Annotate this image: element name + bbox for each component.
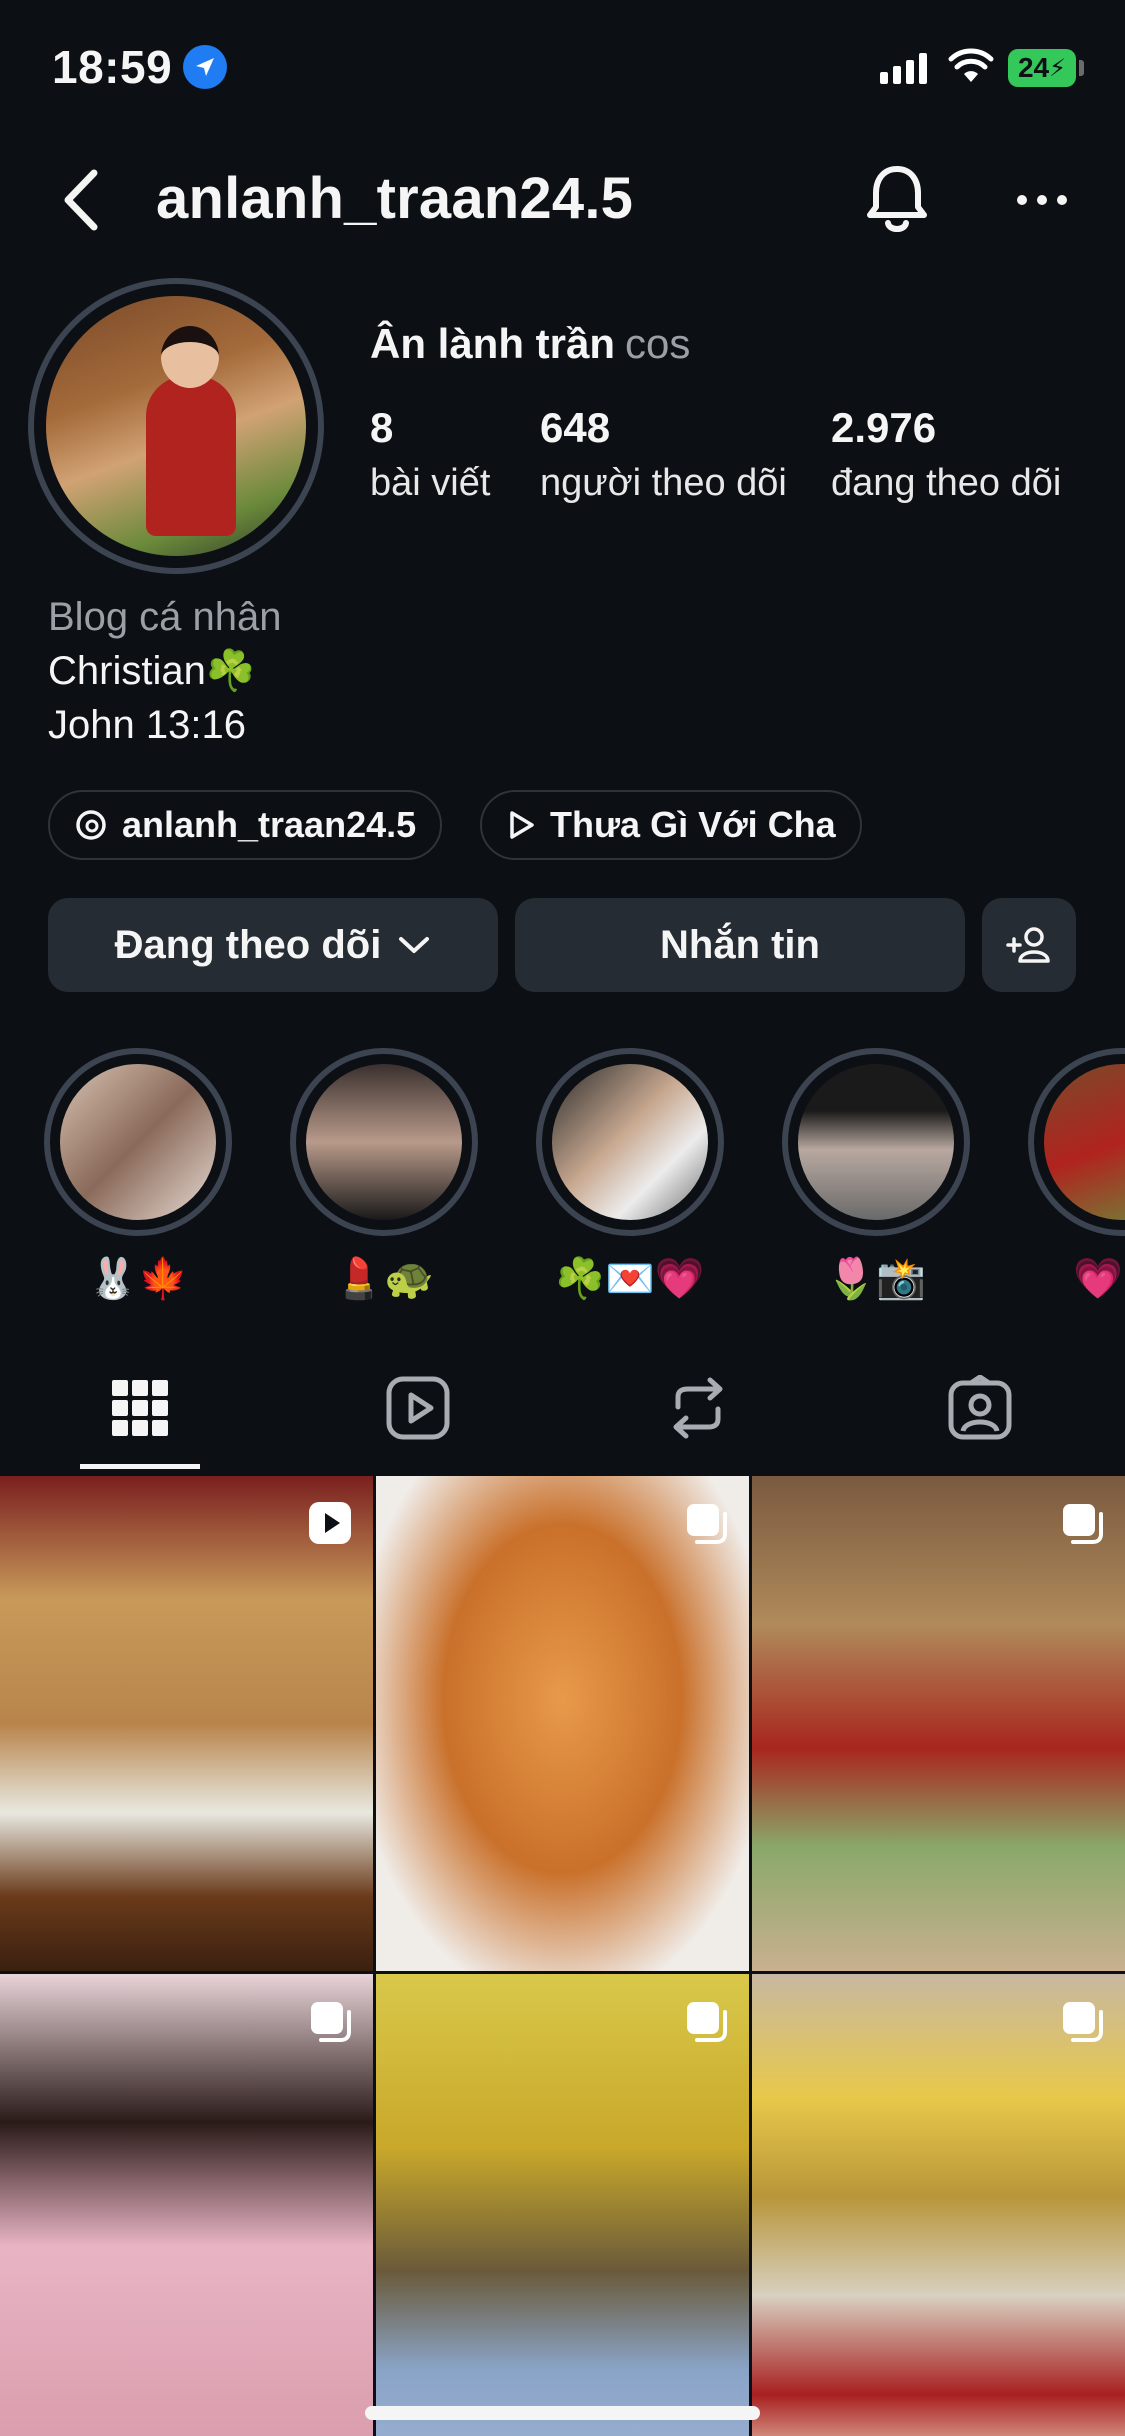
back-chevron-icon[interactable]: [58, 165, 108, 235]
post-thumbnail[interactable]: [0, 1974, 373, 2436]
message-button[interactable]: Nhắn tin: [515, 898, 965, 992]
highlight-cover: [1028, 1048, 1125, 1236]
bell-icon[interactable]: [862, 163, 932, 235]
stat-value: 2.976: [831, 404, 937, 451]
carousel-icon: [687, 1504, 727, 1544]
status-time: 18:59: [52, 41, 173, 93]
add-person-icon: [1006, 927, 1050, 963]
highlight-label: 🌷📸: [826, 1257, 926, 1301]
carousel-icon: [1063, 2002, 1103, 2042]
story-highlight[interactable]: ☘️💌💗: [536, 1048, 724, 1304]
following-button[interactable]: Đang theo dõi: [48, 898, 498, 992]
highlight-cover: [782, 1048, 970, 1236]
post-thumbnail[interactable]: [752, 1476, 1125, 1971]
story-highlight[interactable]: 💄🐢: [290, 1048, 478, 1304]
post-thumbnail[interactable]: [376, 1476, 749, 1971]
highlight-label: ☘️💌💗: [555, 1257, 705, 1301]
music-link-text: Thưa Gì Với Cha: [550, 804, 836, 845]
post-thumbnail[interactable]: [0, 1476, 373, 1971]
stat-followers[interactable]: 648 người theo dõi: [540, 404, 787, 505]
avatar-photo: [46, 296, 306, 556]
post-thumbnail[interactable]: [376, 1974, 749, 2436]
home-indicator[interactable]: [365, 2406, 760, 2420]
play-icon: [510, 811, 534, 839]
story-highlight[interactable]: 💗: [1028, 1048, 1125, 1304]
location-arrow-icon: [183, 45, 227, 89]
tab-reels[interactable]: [378, 1368, 458, 1448]
highlight-cover: [290, 1048, 478, 1236]
active-tab-indicator: [80, 1464, 200, 1469]
display-name-line: Ân lành trần cos: [370, 320, 690, 368]
profile-username: anlanh_traan24.5: [156, 166, 634, 231]
battery-tip: [1079, 60, 1084, 76]
battery-indicator: 24 ⚡: [1008, 49, 1076, 87]
posts-grid: [0, 1476, 1125, 2436]
story-highlight[interactable]: 🐰🍁: [44, 1048, 232, 1304]
profile-bio: Blog cá nhân Christian☘️ John 13:16: [48, 590, 282, 752]
story-highlight[interactable]: 🌷📸: [782, 1048, 970, 1304]
tab-reposts[interactable]: [658, 1368, 738, 1448]
music-link[interactable]: Thưa Gì Với Cha: [480, 790, 862, 860]
carousel-icon: [311, 2002, 351, 2042]
reels-icon: [386, 1376, 450, 1440]
highlight-cover: [536, 1048, 724, 1236]
bio-line: Christian☘️: [48, 649, 256, 693]
post-thumbnail[interactable]: [752, 1974, 1125, 2436]
stat-label: người theo dõi: [540, 462, 787, 504]
following-label: Đang theo dõi: [114, 922, 382, 967]
status-bar: 18:59 24 ⚡: [0, 0, 1125, 140]
profile-category: Blog cá nhân: [48, 595, 282, 639]
carousel-icon: [687, 2002, 727, 2042]
stat-following[interactable]: 2.976 đang theo dõi: [831, 404, 1061, 505]
chevron-down-icon: [399, 937, 430, 953]
stat-label: bài viết: [370, 462, 491, 504]
threads-icon: [76, 810, 106, 840]
message-label: Nhắn tin: [660, 922, 820, 967]
highlight-label: 💗: [1073, 1257, 1123, 1301]
suggest-people-button[interactable]: [982, 898, 1076, 992]
grid-icon: [112, 1380, 168, 1436]
profile-avatar[interactable]: [28, 278, 324, 574]
more-options-icon[interactable]: [1012, 180, 1072, 220]
stat-label: đang theo dõi: [831, 462, 1062, 504]
highlight-cover: [44, 1048, 232, 1236]
reel-icon: [309, 1502, 351, 1544]
threads-link[interactable]: anlanh_traan24.5: [48, 790, 443, 860]
wifi-icon: [948, 48, 994, 82]
threads-link-text: anlanh_traan24.5: [122, 804, 417, 845]
tab-posts-grid[interactable]: [100, 1368, 180, 1448]
pronouns: cos: [625, 320, 691, 367]
tab-tagged[interactable]: [940, 1368, 1020, 1448]
cellular-signal-icon: [880, 52, 927, 84]
carousel-icon: [1063, 1504, 1103, 1544]
bio-line: John 13:16: [48, 703, 246, 747]
tagged-icon: [948, 1375, 1012, 1440]
stat-value: 8: [370, 404, 394, 451]
reposts-icon: [673, 1377, 723, 1439]
display-name: Ân lành trần: [370, 320, 616, 367]
highlight-label: 💄🐢: [334, 1257, 434, 1301]
stat-value: 648: [540, 404, 611, 451]
battery-level: 24: [1017, 52, 1050, 83]
stat-posts[interactable]: 8 bài viết: [370, 404, 490, 505]
highlight-label: 🐰🍁: [88, 1257, 188, 1301]
